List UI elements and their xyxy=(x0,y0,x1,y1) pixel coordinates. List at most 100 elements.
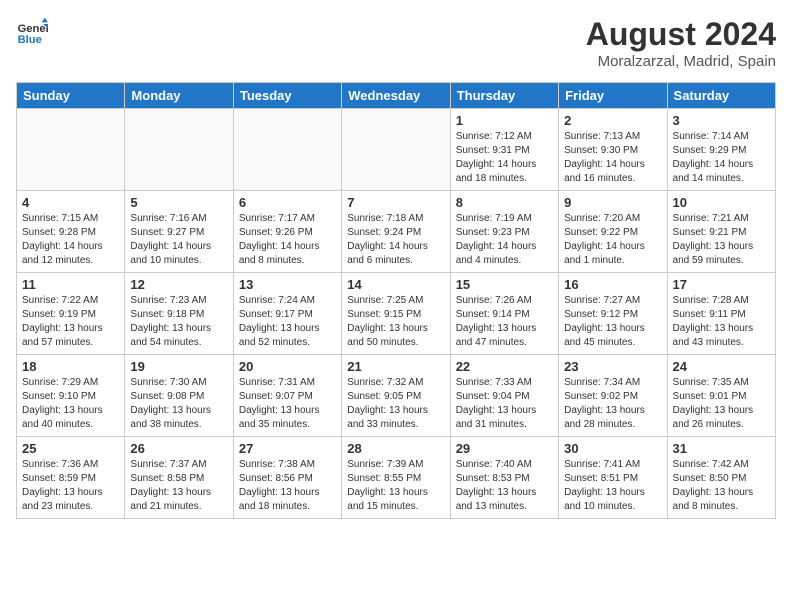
calendar-day-cell: 23 Sunrise: 7:34 AM Sunset: 9:02 PM Dayli… xyxy=(559,355,667,437)
day-detail: Sunrise: 7:35 AM Sunset: 9:01 PM Dayligh… xyxy=(673,376,770,432)
day-detail: Sunrise: 7:20 AM Sunset: 9:22 PM Dayligh… xyxy=(564,212,661,268)
day-detail: Sunrise: 7:31 AM Sunset: 9:07 PM Dayligh… xyxy=(239,376,336,432)
day-detail: Sunrise: 7:29 AM Sunset: 9:10 PM Dayligh… xyxy=(22,376,119,432)
day-number: 2 xyxy=(564,113,661,128)
calendar-day-cell: 7Sunrise: 7:18 AM Sunset: 9:24 PM Daylig… xyxy=(342,191,450,273)
day-detail: Sunrise: 7:33 AM Sunset: 9:04 PM Dayligh… xyxy=(456,376,553,432)
day-number: 25 xyxy=(22,441,119,456)
day-number: 11 xyxy=(22,277,119,292)
day-detail: Sunrise: 7:26 AM Sunset: 9:14 PM Dayligh… xyxy=(456,294,553,350)
day-number: 22 xyxy=(456,359,553,374)
day-detail: Sunrise: 7:22 AM Sunset: 9:19 PM Dayligh… xyxy=(22,294,119,350)
logo: General Blue xyxy=(16,16,48,48)
day-number: 6 xyxy=(239,195,336,210)
calendar-day-cell: 6 Sunrise: 7:17 AM Sunset: 9:26 PM Daylig… xyxy=(233,191,341,273)
calendar-day-cell: 10 Sunrise: 7:21 AM Sunset: 9:21 PM Dayli… xyxy=(667,191,775,273)
weekday-header-cell: Monday xyxy=(125,83,233,109)
weekday-header-cell: Friday xyxy=(559,83,667,109)
calendar-day-cell: 11 Sunrise: 7:22 AM Sunset: 9:19 PM Dayli… xyxy=(17,273,125,355)
page-header: General Blue August 2024 Moralzarzal, Ma… xyxy=(16,16,776,70)
day-detail: Sunrise: 7:14 AM Sunset: 9:29 PM Dayligh… xyxy=(673,130,770,186)
day-detail: Sunrise: 7:23 AM Sunset: 9:18 PM Dayligh… xyxy=(130,294,227,350)
day-number: 24 xyxy=(673,359,770,374)
svg-text:Blue: Blue xyxy=(18,34,42,46)
day-detail: Sunrise: 7:13 AM Sunset: 9:30 PM Dayligh… xyxy=(564,130,661,186)
day-detail: Sunrise: 7:36 AM Sunset: 8:59 PM Dayligh… xyxy=(22,458,119,514)
day-number: 30 xyxy=(564,441,661,456)
calendar-day-cell: 19 Sunrise: 7:30 AM Sunset: 9:08 PM Dayli… xyxy=(125,355,233,437)
day-number: 16 xyxy=(564,277,661,292)
calendar-day-cell: 29 Sunrise: 7:40 AM Sunset: 8:53 PM Dayli… xyxy=(450,437,558,519)
calendar-day-cell: 24 Sunrise: 7:35 AM Sunset: 9:01 PM Dayli… xyxy=(667,355,775,437)
day-number: 29 xyxy=(456,441,553,456)
calendar-day-cell: 3 Sunrise: 7:14 AM Sunset: 9:29 PM Daylig… xyxy=(667,109,775,191)
weekday-header-cell: Wednesday xyxy=(342,83,450,109)
day-detail: Sunrise: 7:24 AM Sunset: 9:17 PM Dayligh… xyxy=(239,294,336,350)
day-detail: Sunrise: 7:28 AM Sunset: 9:11 PM Dayligh… xyxy=(673,294,770,350)
day-number: 7 xyxy=(347,195,444,210)
calendar-day-cell: 18Sunrise: 7:29 AM Sunset: 9:10 PM Dayli… xyxy=(17,355,125,437)
calendar-day-cell: 30 Sunrise: 7:41 AM Sunset: 8:51 PM Dayli… xyxy=(559,437,667,519)
day-number: 28 xyxy=(347,441,444,456)
calendar-day-cell: 20 Sunrise: 7:31 AM Sunset: 9:07 PM Dayli… xyxy=(233,355,341,437)
calendar-day-cell: 14Sunrise: 7:25 AM Sunset: 9:15 PM Dayli… xyxy=(342,273,450,355)
calendar-day-cell: 26 Sunrise: 7:37 AM Sunset: 8:58 PM Dayli… xyxy=(125,437,233,519)
day-number: 20 xyxy=(239,359,336,374)
day-number: 5 xyxy=(130,195,227,210)
day-number: 15 xyxy=(456,277,553,292)
day-detail: Sunrise: 7:41 AM Sunset: 8:51 PM Dayligh… xyxy=(564,458,661,514)
day-detail: Sunrise: 7:21 AM Sunset: 9:21 PM Dayligh… xyxy=(673,212,770,268)
day-detail: Sunrise: 7:17 AM Sunset: 9:26 PM Dayligh… xyxy=(239,212,336,268)
day-number: 1 xyxy=(456,113,553,128)
calendar-week-row: 11 Sunrise: 7:22 AM Sunset: 9:19 PM Dayli… xyxy=(17,273,776,355)
day-number: 21 xyxy=(347,359,444,374)
calendar-day-cell: 12 Sunrise: 7:23 AM Sunset: 9:18 PM Dayli… xyxy=(125,273,233,355)
svg-text:General: General xyxy=(18,23,48,35)
day-detail: Sunrise: 7:34 AM Sunset: 9:02 PM Dayligh… xyxy=(564,376,661,432)
calendar-day-cell: 31Sunrise: 7:42 AM Sunset: 8:50 PM Dayli… xyxy=(667,437,775,519)
calendar-table: SundayMondayTuesdayWednesdayThursdayFrid… xyxy=(16,82,776,519)
day-detail: Sunrise: 7:37 AM Sunset: 8:58 PM Dayligh… xyxy=(130,458,227,514)
weekday-header-cell: Thursday xyxy=(450,83,558,109)
calendar-day-cell: 28 Sunrise: 7:39 AM Sunset: 8:55 PM Dayli… xyxy=(342,437,450,519)
calendar-day-cell: 25 Sunrise: 7:36 AM Sunset: 8:59 PM Dayli… xyxy=(17,437,125,519)
day-detail: Sunrise: 7:40 AM Sunset: 8:53 PM Dayligh… xyxy=(456,458,553,514)
calendar-day-cell xyxy=(17,109,125,191)
weekday-header-cell: Saturday xyxy=(667,83,775,109)
day-detail: Sunrise: 7:30 AM Sunset: 9:08 PM Dayligh… xyxy=(130,376,227,432)
title-block: August 2024 Moralzarzal, Madrid, Spain xyxy=(586,16,776,70)
day-detail: Sunrise: 7:38 AM Sunset: 8:56 PM Dayligh… xyxy=(239,458,336,514)
day-number: 4 xyxy=(22,195,119,210)
calendar-day-cell: 1 Sunrise: 7:12 AM Sunset: 9:31 PM Daylig… xyxy=(450,109,558,191)
day-detail: Sunrise: 7:27 AM Sunset: 9:12 PM Dayligh… xyxy=(564,294,661,350)
day-number: 26 xyxy=(130,441,227,456)
day-number: 13 xyxy=(239,277,336,292)
calendar-week-row: 25 Sunrise: 7:36 AM Sunset: 8:59 PM Dayli… xyxy=(17,437,776,519)
calendar-day-cell: 15 Sunrise: 7:26 AM Sunset: 9:14 PM Dayli… xyxy=(450,273,558,355)
day-number: 17 xyxy=(673,277,770,292)
day-detail: Sunrise: 7:16 AM Sunset: 9:27 PM Dayligh… xyxy=(130,212,227,268)
day-detail: Sunrise: 7:32 AM Sunset: 9:05 PM Dayligh… xyxy=(347,376,444,432)
day-number: 8 xyxy=(456,195,553,210)
day-number: 10 xyxy=(673,195,770,210)
calendar-day-cell: 9 Sunrise: 7:20 AM Sunset: 9:22 PM Daylig… xyxy=(559,191,667,273)
day-detail: Sunrise: 7:42 AM Sunset: 8:50 PM Dayligh… xyxy=(673,458,770,514)
day-number: 23 xyxy=(564,359,661,374)
day-number: 19 xyxy=(130,359,227,374)
calendar-body: 1 Sunrise: 7:12 AM Sunset: 9:31 PM Daylig… xyxy=(17,109,776,519)
day-number: 12 xyxy=(130,277,227,292)
day-detail: Sunrise: 7:15 AM Sunset: 9:28 PM Dayligh… xyxy=(22,212,119,268)
day-detail: Sunrise: 7:19 AM Sunset: 9:23 PM Dayligh… xyxy=(456,212,553,268)
calendar-week-row: 1 Sunrise: 7:12 AM Sunset: 9:31 PM Daylig… xyxy=(17,109,776,191)
calendar-day-cell xyxy=(342,109,450,191)
calendar-week-row: 18Sunrise: 7:29 AM Sunset: 9:10 PM Dayli… xyxy=(17,355,776,437)
weekday-header-cell: Sunday xyxy=(17,83,125,109)
calendar-day-cell: 8 Sunrise: 7:19 AM Sunset: 9:23 PM Daylig… xyxy=(450,191,558,273)
day-detail: Sunrise: 7:12 AM Sunset: 9:31 PM Dayligh… xyxy=(456,130,553,186)
calendar-day-cell: 27Sunrise: 7:38 AM Sunset: 8:56 PM Dayli… xyxy=(233,437,341,519)
calendar-day-cell: 5 Sunrise: 7:16 AM Sunset: 9:27 PM Daylig… xyxy=(125,191,233,273)
day-detail: Sunrise: 7:39 AM Sunset: 8:55 PM Dayligh… xyxy=(347,458,444,514)
day-number: 3 xyxy=(673,113,770,128)
day-number: 9 xyxy=(564,195,661,210)
calendar-title: August 2024 xyxy=(586,16,776,53)
